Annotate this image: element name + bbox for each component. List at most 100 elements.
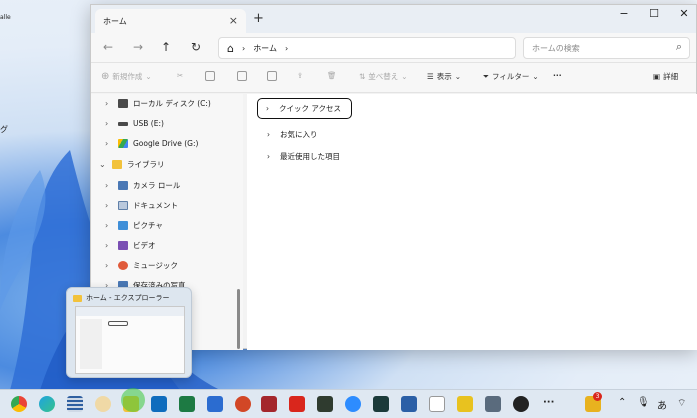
outlook-icon[interactable] [151,396,167,412]
chevron-right-icon[interactable]: › [105,241,113,250]
search-icon: ⌕ [675,40,682,53]
paste-icon[interactable] [237,71,247,81]
tree-label: ドキュメント [133,201,178,210]
tree-item-music[interactable]: › ミュージック [105,260,178,271]
refresh-icon[interactable]: ↻ [191,40,201,54]
desktop-label: alle [0,14,11,21]
chevron-right-icon[interactable]: › [105,99,113,108]
acrobat-icon[interactable] [289,396,305,412]
tree-label: ミュージック [133,261,178,270]
notification-badge: 3 [593,392,602,401]
tree-item-documents[interactable]: › ドキュメント [105,200,178,211]
section-quick-access[interactable]: › クイック アクセス [257,98,353,119]
google-drive-icon [118,139,128,148]
tree-label: ピクチャ [133,221,163,230]
breadcrumb-chevron-icon[interactable]: › [285,44,288,53]
excel-icon[interactable] [179,396,195,412]
forward-icon[interactable]: → [133,40,143,54]
plus-circle-icon: ⊕ [101,71,110,82]
paint-icon[interactable] [95,396,111,412]
address-bar[interactable]: ⌂ › ホーム › [218,37,516,59]
desktop-label: グ [0,125,8,134]
breadcrumb-separator-icon: › [241,43,246,53]
minimize-icon[interactable]: − [609,7,639,20]
search-input[interactable]: ホームの検索 ⌕ [523,37,690,59]
up-icon[interactable]: ↑ [161,40,171,54]
rename-icon[interactable] [267,71,277,81]
folder-icon [73,294,82,302]
music-icon [118,261,128,270]
details-button[interactable]: ▣ 詳細 [653,71,678,82]
chevron-right-icon[interactable]: › [105,139,113,148]
chevron-right-icon[interactable]: › [105,221,113,230]
more-options-icon[interactable]: ··· [553,71,562,80]
preview-header: ホーム - エクスプローラー [73,293,170,303]
tree-item-videos[interactable]: › ビデオ [105,240,156,251]
filter-icon: ⏷ [483,71,489,81]
chevron-down-icon[interactable]: ⌄ [99,160,107,169]
chevron-right-icon[interactable]: › [105,261,113,270]
tree-label: ビデオ [133,241,156,250]
chevron-right-icon[interactable]: › [105,181,113,190]
cut-icon[interactable]: ✂ [177,71,183,80]
media-player-icon[interactable] [513,396,529,412]
powerpoint-icon[interactable] [235,396,251,412]
section-recent[interactable]: › 最近使用した項目 [267,151,340,162]
document-app-icon[interactable] [429,396,445,412]
chevron-right-icon[interactable]: › [267,152,270,161]
chrome-icon[interactable] [11,396,27,412]
tree-item-camera-roll[interactable]: › カメラ ロール [105,180,180,191]
tree-label: カメラ ロール [133,181,181,190]
chevron-right-icon[interactable]: › [266,104,269,113]
sticky-notes-icon[interactable] [457,396,473,412]
back-icon[interactable]: ← [103,40,113,54]
tree-item-google-drive[interactable]: › Google Drive (G:) [105,139,198,148]
kindle-icon[interactable] [317,396,333,412]
tree-item-local-disk[interactable]: › ローカル ディスク (C:) [105,98,211,109]
ime-indicator[interactable]: あ [657,397,667,412]
tree-item-library[interactable]: ⌄ ライブラリ [99,159,165,170]
notepad-app-icon[interactable] [67,396,83,412]
tab-title: ホーム [103,16,127,26]
taskbar-thumbnail-preview[interactable]: ホーム - エクスプローラー [66,287,192,378]
terminal-app-icon[interactable] [373,396,389,412]
view-button[interactable]: ☰ 表示 ⌄ [427,71,461,82]
close-window-icon[interactable]: ✕ [669,7,697,20]
new-button[interactable]: ⊕ 新規作成 ⌄ [101,71,152,82]
chevron-down-icon: ⌄ [532,72,539,81]
word-icon[interactable] [207,396,223,412]
vertical-scrollbar[interactable] [237,289,240,349]
tab-home[interactable]: ホーム × [95,9,246,33]
wifi-icon[interactable]: ⌔ [677,397,686,410]
section-favorites[interactable]: › お気に入り [267,129,318,140]
zoom-icon[interactable] [345,396,361,412]
sort-button[interactable]: ⇅ 並べ替え ⌄ [359,71,408,82]
maximize-icon[interactable]: ☐ [639,7,669,20]
command-bar: ⊕ 新規作成 ⌄ ✂ ⇪ 🗑 ⇅ 並べ替え ⌄ ☰ 表示 ⌄ ⏷ フィルター ⌄… [91,63,696,93]
share-icon[interactable]: ⇪ [297,71,303,80]
chevron-up-icon[interactable]: ⌃ [618,397,626,408]
tree-item-usb[interactable]: › USB (E:) [105,119,164,128]
taskbar: ··· 3 ⌃ 🎙 あ ⌔ [0,388,697,418]
new-tab-icon[interactable]: + [253,11,264,26]
chevron-right-icon[interactable]: › [105,119,113,128]
close-tab-icon[interactable]: × [229,14,238,27]
copy-icon[interactable] [205,71,215,81]
mail-app-icon[interactable] [401,396,417,412]
calculator-icon[interactable] [485,396,501,412]
chevron-right-icon[interactable]: › [105,201,113,210]
preview-thumbnail [75,306,185,374]
chevron-right-icon[interactable]: › [267,130,270,139]
breadcrumb-home[interactable]: ホーム [253,43,277,54]
filter-button[interactable]: ⏷ フィルター ⌄ [483,71,539,82]
sort-icon: ⇅ [359,72,366,81]
view-label: 表示 [436,72,452,81]
access-icon[interactable] [261,396,277,412]
microphone-icon[interactable]: 🎙 [637,397,650,408]
more-apps-icon[interactable]: ··· [543,397,554,408]
delete-icon[interactable]: 🗑 [327,71,337,80]
cursor-highlight [121,388,145,412]
tree-item-pictures[interactable]: › ピクチャ [105,220,163,231]
edge-icon[interactable] [39,396,55,412]
chevron-down-icon: ⌄ [454,72,462,81]
